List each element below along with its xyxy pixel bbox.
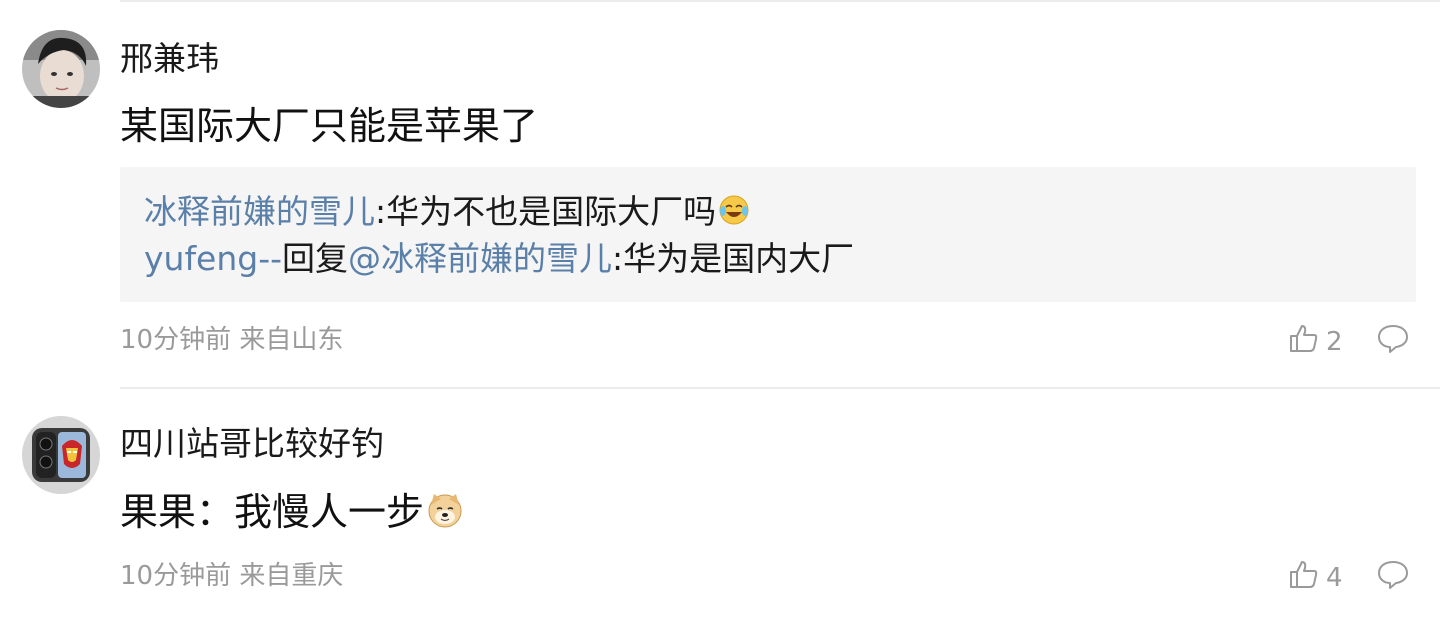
comment-location: 来自山东 [239, 325, 344, 355]
reply-button[interactable] [1376, 558, 1410, 596]
reply-mention[interactable]: @冰释前嫌的雪儿 [348, 239, 612, 278]
comment-text: 果果：我慢人一步 [120, 490, 425, 534]
comment-username[interactable]: 邢兼玮 [120, 39, 219, 79]
comment-location: 来自重庆 [239, 561, 344, 591]
comment-time: 10分钟前 [120, 561, 232, 591]
like-button[interactable]: 4 [1288, 558, 1343, 597]
comment-text: 某国际大厂只能是苹果了 [120, 104, 539, 148]
reply-box[interactable]: 冰释前嫌的雪儿:华为不也是国际大厂吗 yufeng--回复@冰释前嫌的雪儿:华为… [120, 167, 1416, 302]
avatar[interactable] [22, 416, 100, 494]
comment-meta: 10分钟前 来自山东 [120, 324, 343, 356]
thumbs-up-icon [1288, 322, 1326, 361]
laughing-crying-icon [718, 193, 750, 237]
reply-item: yufeng--回复@冰释前嫌的雪儿:华为是国内大厂 [144, 237, 854, 281]
like-button[interactable]: 2 [1288, 322, 1343, 361]
reply-separator: : [375, 192, 387, 231]
comment-text-row: 果果：我慢人一步 [120, 488, 464, 540]
comment-bubble-icon [1376, 325, 1410, 360]
thumbs-up-icon [1288, 558, 1326, 597]
reply-button[interactable] [1376, 322, 1410, 360]
comment-time: 10分钟前 [120, 325, 232, 355]
reply-text: 华为不也是国际大厂吗 [386, 192, 717, 231]
comment-meta: 10分钟前 来自重庆 [120, 560, 343, 592]
reply-item: 冰释前嫌的雪儿:华为不也是国际大厂吗 [144, 190, 750, 237]
comment-bubble-icon [1376, 561, 1410, 596]
doge-icon [426, 491, 464, 540]
top-divider [120, 0, 1440, 2]
reply-separator: : [612, 239, 624, 278]
comment-divider [120, 387, 1440, 389]
reply-author[interactable]: yufeng-- [144, 239, 282, 278]
avatar[interactable] [22, 30, 100, 108]
like-count: 4 [1326, 562, 1343, 593]
reply-author[interactable]: 冰释前嫌的雪儿 [144, 192, 375, 231]
reply-keyword: 回复 [282, 239, 349, 278]
reply-text: 华为是国内大厂 [623, 239, 855, 278]
comment-username[interactable]: 四川站哥比较好钓 [120, 424, 384, 464]
like-count: 2 [1326, 326, 1343, 357]
